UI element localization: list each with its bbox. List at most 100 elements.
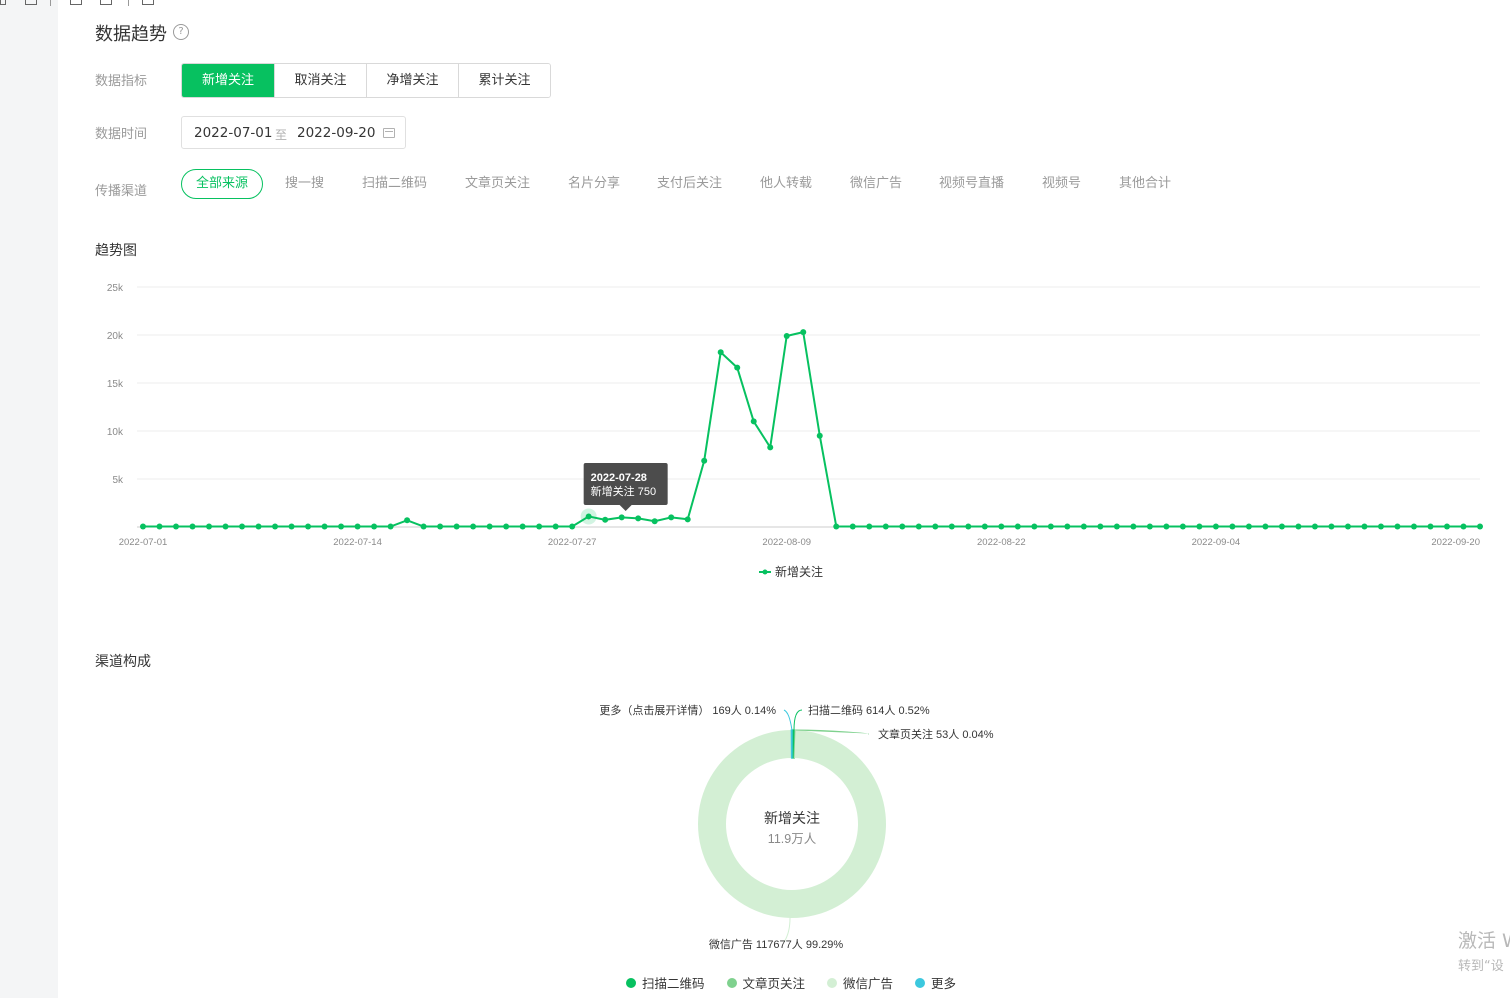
data-point[interactable] <box>1097 523 1104 530</box>
data-point[interactable] <box>1080 523 1087 530</box>
data-point[interactable] <box>1278 523 1285 530</box>
data-point[interactable] <box>453 523 460 530</box>
channel-after-payment[interactable]: 支付后关注 <box>657 169 722 199</box>
data-point[interactable] <box>1410 523 1417 530</box>
date-range-picker[interactable]: 2022-07-01 至 2022-09-20 <box>181 116 406 149</box>
data-point[interactable] <box>1262 523 1269 530</box>
data-point[interactable] <box>1196 523 1203 530</box>
data-point[interactable] <box>536 523 543 530</box>
data-point[interactable] <box>882 523 889 530</box>
data-point[interactable] <box>437 523 444 530</box>
data-point[interactable] <box>833 523 840 530</box>
data-point[interactable] <box>420 523 427 530</box>
calendar-icon[interactable] <box>383 128 395 138</box>
channel-wechat-ad[interactable]: 微信广告 <box>850 169 902 199</box>
data-point[interactable] <box>1064 523 1071 530</box>
label-more[interactable]: 更多（点击展开详情） 169人 0.14% <box>599 703 776 717</box>
data-point[interactable] <box>717 349 724 356</box>
data-point[interactable] <box>1361 523 1368 530</box>
data-point[interactable] <box>1113 523 1120 530</box>
data-point[interactable] <box>1443 523 1450 530</box>
legend-item-more[interactable]: 更多 <box>915 973 956 992</box>
data-point[interactable] <box>684 516 691 523</box>
data-point[interactable] <box>1328 523 1335 530</box>
data-point[interactable] <box>915 523 922 530</box>
metric-tab-new-follow[interactable]: 新增关注 <box>182 64 274 97</box>
data-point[interactable] <box>173 523 180 530</box>
data-point[interactable] <box>998 523 1005 530</box>
data-point[interactable] <box>1163 523 1170 530</box>
metric-tab-net-follow[interactable]: 净增关注 <box>366 64 458 97</box>
data-point[interactable] <box>503 523 510 530</box>
data-point[interactable] <box>1295 523 1302 530</box>
data-point[interactable] <box>1212 523 1219 530</box>
donut-slice-more[interactable] <box>790 729 793 759</box>
data-point[interactable] <box>767 444 774 451</box>
data-point[interactable] <box>635 515 642 522</box>
channel-repost[interactable]: 他人转载 <box>760 169 812 199</box>
data-point[interactable] <box>1130 523 1137 530</box>
data-point[interactable] <box>338 523 345 530</box>
data-point[interactable] <box>800 329 807 336</box>
data-point[interactable] <box>552 523 559 530</box>
channel-other-total[interactable]: 其他合计 <box>1119 169 1171 199</box>
data-point[interactable] <box>981 523 988 530</box>
data-point[interactable] <box>371 523 378 530</box>
question-circle-icon[interactable]: ? <box>173 24 189 40</box>
data-point[interactable] <box>387 523 394 530</box>
data-point[interactable] <box>816 432 823 439</box>
end-date[interactable]: 2022-09-20 <box>297 125 375 141</box>
data-point[interactable] <box>734 364 741 371</box>
data-point[interactable] <box>1394 523 1401 530</box>
data-point[interactable] <box>305 523 312 530</box>
data-point[interactable] <box>948 523 955 530</box>
metric-tab-total-follow[interactable]: 累计关注 <box>458 64 550 97</box>
data-point[interactable] <box>1014 523 1021 530</box>
channel-qrcode[interactable]: 扫描二维码 <box>362 169 427 199</box>
data-point[interactable] <box>1377 523 1384 530</box>
data-point[interactable] <box>569 523 576 530</box>
data-point[interactable] <box>932 523 939 530</box>
data-point[interactable] <box>1245 523 1252 530</box>
data-point[interactable] <box>486 523 493 530</box>
data-point[interactable] <box>140 523 146 530</box>
data-point[interactable] <box>288 523 295 530</box>
data-point[interactable] <box>1477 523 1483 530</box>
data-point[interactable] <box>156 523 163 530</box>
data-point[interactable] <box>470 523 477 530</box>
data-point[interactable] <box>321 523 328 530</box>
data-point[interactable] <box>783 332 790 339</box>
data-point[interactable] <box>189 523 196 530</box>
metric-tab-unfollow[interactable]: 取消关注 <box>274 64 366 97</box>
data-point[interactable] <box>849 523 856 530</box>
data-point[interactable] <box>1311 523 1318 530</box>
data-point[interactable] <box>1460 523 1467 530</box>
data-point[interactable] <box>239 523 246 530</box>
legend-item-qrcode[interactable]: 扫描二维码 <box>626 973 705 992</box>
data-point[interactable] <box>1229 523 1236 530</box>
start-date[interactable]: 2022-07-01 <box>194 125 272 141</box>
data-point[interactable] <box>1031 523 1038 530</box>
data-point[interactable] <box>1344 523 1351 530</box>
channel-donut-chart[interactable]: 新增关注 11.9万人 扫描二维码 614人 0.52% 更多（点击展开详情） 169… <box>560 680 1060 965</box>
data-point[interactable] <box>272 523 279 530</box>
channel-search[interactable]: 搜一搜 <box>285 169 324 199</box>
legend-item-ad[interactable]: 微信广告 <box>827 973 893 992</box>
data-point[interactable] <box>222 523 229 530</box>
data-point[interactable] <box>750 418 757 425</box>
data-point[interactable] <box>899 523 906 530</box>
data-point[interactable] <box>404 517 411 524</box>
data-point[interactable] <box>965 523 972 530</box>
channel-video[interactable]: 视频号 <box>1042 169 1081 199</box>
data-point[interactable] <box>206 523 213 530</box>
data-point[interactable] <box>602 516 609 523</box>
channel-card-share[interactable]: 名片分享 <box>568 169 620 199</box>
data-point[interactable] <box>866 523 873 530</box>
data-point[interactable] <box>1146 523 1153 530</box>
data-point[interactable] <box>701 457 708 464</box>
data-point[interactable] <box>255 523 262 530</box>
data-point[interactable] <box>651 518 658 525</box>
legend-item-article[interactable]: 文章页关注 <box>726 973 805 992</box>
legend-label-new-follow[interactable]: 新增关注 <box>775 564 823 579</box>
channel-video-live[interactable]: 视频号直播 <box>939 169 1004 199</box>
